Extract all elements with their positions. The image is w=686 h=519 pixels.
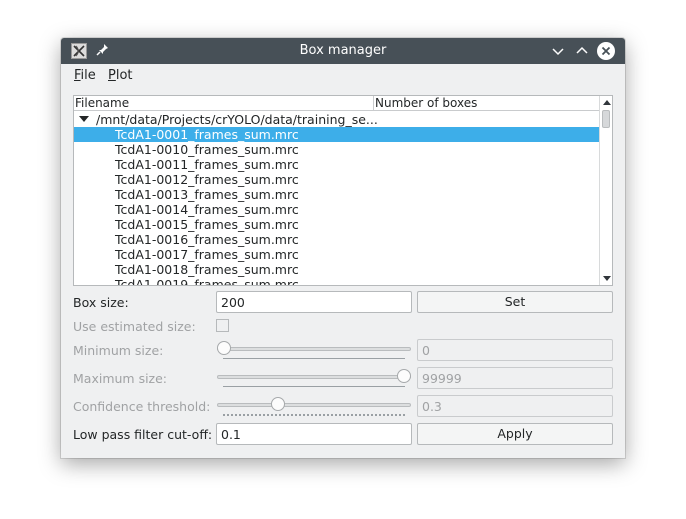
tree-row[interactable]: TcdA1-0019_frames_sum.mrc [74, 277, 600, 286]
slider-ticks [223, 358, 405, 360]
tree-row[interactable]: TcdA1-0018_frames_sum.mrc [74, 262, 600, 277]
tree-row-filename: TcdA1-0015_frames_sum.mrc [115, 217, 299, 232]
apply-button[interactable]: Apply [417, 423, 613, 445]
slider-handle[interactable] [271, 397, 285, 411]
tree-row-filename: TcdA1-0016_frames_sum.mrc [115, 232, 299, 247]
slider-groove [217, 347, 411, 351]
file-tree[interactable]: Filename Number of boxes /mnt/data/Proje… [73, 95, 613, 286]
tree-row[interactable]: TcdA1-0015_frames_sum.mrc [74, 217, 600, 232]
maximum-size-label: Maximum size: [73, 371, 168, 386]
menu-file-mnemonic: F [74, 68, 81, 83]
maximum-size-field[interactable]: 99999 [417, 367, 613, 389]
box-manager-window: Box manager File Plot Filename Number of… [61, 38, 625, 458]
menu-bar: File Plot [61, 64, 625, 87]
tree-row-filename: TcdA1-0013_frames_sum.mrc [115, 187, 299, 202]
menu-file[interactable]: File [74, 68, 96, 83]
tree-row[interactable]: TcdA1-0001_frames_sum.mrc [74, 127, 600, 142]
low-pass-filter-field[interactable]: 0.1 [216, 423, 412, 445]
slider-groove [217, 403, 411, 407]
use-estimated-size-label: Use estimated size: [73, 319, 196, 334]
slider-ticks [223, 414, 405, 416]
tree-row-filename: TcdA1-0012_frames_sum.mrc [115, 172, 299, 187]
title-bar[interactable]: Box manager [61, 38, 625, 64]
confidence-threshold-field[interactable]: 0.3 [417, 395, 613, 417]
tree-row-filename: TcdA1-0010_frames_sum.mrc [115, 142, 299, 157]
tree-header: Filename Number of boxes [74, 96, 600, 111]
confidence-threshold-slider[interactable] [217, 396, 411, 416]
menu-file-label: ile [80, 68, 96, 83]
set-button[interactable]: Set [417, 291, 613, 313]
tree-row-filename: TcdA1-0011_frames_sum.mrc [115, 157, 299, 172]
minimum-size-label: Minimum size: [73, 343, 164, 358]
close-icon [601, 46, 611, 56]
tree-row[interactable]: TcdA1-0011_frames_sum.mrc [74, 157, 600, 172]
slider-handle[interactable] [397, 369, 411, 383]
menu-plot[interactable]: Plot [108, 68, 133, 83]
minimize-button[interactable] [549, 42, 567, 60]
tree-rows: /mnt/data/Projects/crYOLO/data/training_… [74, 112, 600, 286]
close-button[interactable] [597, 42, 615, 60]
tree-row[interactable]: TcdA1-0016_frames_sum.mrc [74, 232, 600, 247]
tree-row[interactable]: TcdA1-0017_frames_sum.mrc [74, 247, 600, 262]
tree-row-filename: TcdA1-0019_frames_sum.mrc [115, 277, 299, 286]
tree-row-filename: TcdA1-0014_frames_sum.mrc [115, 202, 299, 217]
slider-handle[interactable] [217, 341, 231, 355]
menu-plot-mnemonic: P [108, 68, 116, 83]
tree-parent-label: /mnt/data/Projects/crYOLO/data/training_… [96, 112, 378, 127]
tree-row-filename: TcdA1-0018_frames_sum.mrc [115, 262, 299, 277]
scroll-down-arrow-icon[interactable] [603, 276, 611, 281]
chevron-down-icon [552, 48, 564, 56]
tree-row[interactable]: TcdA1-0014_frames_sum.mrc [74, 202, 600, 217]
tree-row[interactable]: TcdA1-0013_frames_sum.mrc [74, 187, 600, 202]
maximize-button[interactable] [573, 42, 591, 60]
slider-ticks [223, 386, 405, 388]
minimum-size-slider[interactable] [217, 340, 411, 360]
tree-row[interactable]: TcdA1-0010_frames_sum.mrc [74, 142, 600, 157]
scroll-up-arrow-icon[interactable] [603, 100, 611, 105]
window-title: Box manager [299, 43, 387, 58]
tree-row-filename: TcdA1-0001_frames_sum.mrc [115, 127, 299, 142]
column-header-filename[interactable]: Filename [74, 96, 374, 111]
chevron-up-icon [576, 46, 588, 54]
low-pass-filter-label: Low pass filter cut-off: [73, 427, 213, 442]
maximum-size-slider[interactable] [217, 368, 411, 388]
use-estimated-size-checkbox[interactable] [216, 319, 229, 332]
expand-arrow-icon[interactable] [79, 116, 89, 122]
vertical-scrollbar[interactable] [599, 96, 612, 285]
minimum-size-field[interactable]: 0 [417, 339, 613, 361]
tree-row[interactable]: TcdA1-0012_frames_sum.mrc [74, 172, 600, 187]
box-size-field[interactable]: 200 [216, 291, 412, 313]
tree-parent-row[interactable]: /mnt/data/Projects/crYOLO/data/training_… [74, 112, 600, 127]
tree-row-filename: TcdA1-0017_frames_sum.mrc [115, 247, 299, 262]
menu-plot-label: lot [115, 68, 133, 83]
column-header-number-of-boxes[interactable]: Number of boxes [374, 96, 600, 111]
scroll-thumb[interactable] [602, 110, 610, 128]
box-size-label: Box size: [73, 295, 129, 310]
slider-groove [217, 375, 411, 379]
confidence-threshold-label: Confidence threshold: [73, 399, 211, 414]
